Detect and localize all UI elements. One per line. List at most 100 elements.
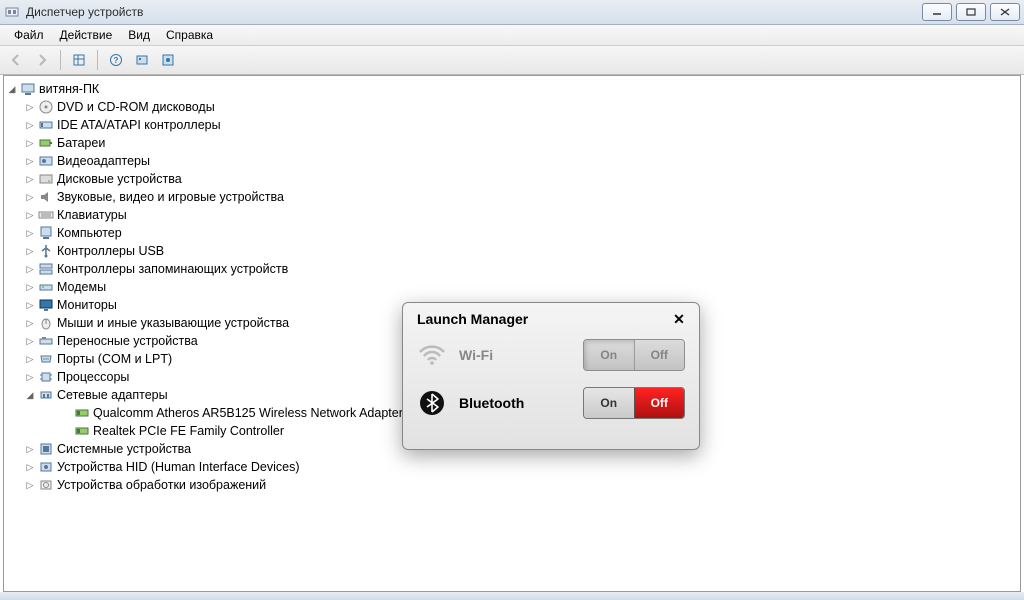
menubar: Файл Действие Вид Справка [0,25,1024,46]
tree-category[interactable]: ▷DVD и CD-ROM дисководы [6,98,1018,116]
tree-category[interactable]: ▷ Устройства обработки изображений [6,476,1018,494]
expand-icon[interactable]: ▷ [24,191,36,203]
tree-category[interactable]: ▷ Модемы [6,278,1018,296]
tree-category-label: Устройства обработки изображений [57,476,266,494]
computer-icon [20,81,36,97]
expand-icon[interactable]: ▷ [24,335,36,347]
tree-category-label: Видеоадаптеры [57,152,150,170]
expand-icon[interactable]: ▷ [24,479,36,491]
maximize-button[interactable] [956,3,986,21]
category-icon [38,261,54,277]
bluetooth-label: Bluetooth [459,395,571,411]
expand-icon[interactable]: ▷ [24,245,36,257]
expand-icon[interactable]: ▷ [24,461,36,473]
minimize-button[interactable] [922,3,952,21]
tree-category-label: Компьютер [57,224,122,242]
bluetooth-on[interactable]: On [584,388,635,418]
wifi-toggle[interactable]: On Off [583,339,685,371]
tree-category[interactable]: ▷Контроллеры запоминающих устройств [6,260,1018,278]
tree-category[interactable]: ▷ Клавиатуры [6,206,1018,224]
menu-help[interactable]: Справка [158,26,221,44]
category-icon [38,117,54,133]
bluetooth-off[interactable]: Off [635,388,685,418]
category-icon [38,387,54,403]
category-icon [38,207,54,223]
tree-category[interactable]: ▷IDE ATA/ATAPI контроллеры [6,116,1018,134]
expand-icon[interactable]: ▷ [24,371,36,383]
tree-category-label: Сетевые адаптеры [57,386,168,404]
toolbar-separator [60,50,61,70]
wifi-off[interactable]: Off [635,340,685,370]
category-icon [38,315,54,331]
taskbar-sliver [0,592,1024,600]
tree-device-label: Qualcomm Atheros AR5B125 Wireless Networ… [93,404,403,422]
category-icon [38,189,54,205]
bluetooth-toggle[interactable]: On Off [583,387,685,419]
tree-category[interactable]: ▷ Видеоадаптеры [6,152,1018,170]
toolbar-btn-details[interactable] [67,48,91,72]
expand-icon[interactable]: ▷ [24,137,36,149]
category-icon [38,297,54,313]
category-icon [38,279,54,295]
category-icon [38,225,54,241]
tree-device-label: Realtek PCIe FE Family Controller [93,422,284,440]
wifi-row: Wi-Fi On Off [403,331,699,379]
expand-icon[interactable]: ▷ [24,443,36,455]
expand-icon[interactable]: ▷ [24,227,36,239]
toolbar-btn-help[interactable]: ? [104,48,128,72]
tree-category[interactable]: ▷ Дисковые устройства [6,170,1018,188]
tree-category[interactable]: ▷ Контроллеры USB [6,242,1018,260]
expand-icon[interactable]: ▷ [24,101,36,113]
tree-root[interactable]: ◢ витяня-ПК [6,80,1018,98]
expand-icon[interactable]: ▷ [24,155,36,167]
menu-view[interactable]: Вид [120,26,158,44]
launch-manager-title: Launch Manager [417,311,528,327]
tree-category-label: Дисковые устройства [57,170,182,188]
tree-category-label: Мыши и иные указывающие устройства [57,314,289,332]
toolbar: ? [0,46,1024,75]
tree-category-label: Модемы [57,278,106,296]
tree-category[interactable]: ▷Устройства HID (Human Interface Devices… [6,458,1018,476]
tree-category-label: Переносные устройства [57,332,198,350]
tree-category-label: Порты (COM и LPT) [57,350,172,368]
launch-manager-header: Launch Manager ✕ [403,303,699,331]
expand-icon[interactable]: ▷ [24,263,36,275]
back-button[interactable] [4,48,28,72]
wifi-on[interactable]: On [584,340,635,370]
expand-icon[interactable]: ▷ [24,119,36,131]
tree-category[interactable]: ▷ Батареи [6,134,1018,152]
tree-category-label: Батареи [57,134,105,152]
toolbar-separator [97,50,98,70]
category-icon [38,459,54,475]
window-controls [922,3,1020,21]
expand-icon[interactable]: ▷ [24,173,36,185]
tree-category-label: Звуковые, видео и игровые устройства [57,188,284,206]
tree-category-label: Контроллеры USB [57,242,164,260]
menu-file[interactable]: Файл [6,26,52,44]
launch-manager-close-icon[interactable]: ✕ [671,311,687,327]
category-icon [38,441,54,457]
toolbar-btn-refresh[interactable] [156,48,180,72]
close-button[interactable] [990,3,1020,21]
forward-button[interactable] [30,48,54,72]
launch-manager-popup: Launch Manager ✕ Wi-Fi On Off Bluetooth … [402,302,700,450]
svg-text:?: ? [114,56,119,65]
tree-root-label: витяня-ПК [39,80,99,98]
category-icon [38,333,54,349]
tree-category-label: Системные устройства [57,440,191,458]
category-icon [38,477,54,493]
bluetooth-row: Bluetooth On Off [403,379,699,427]
expand-icon[interactable]: ▷ [24,317,36,329]
collapse-icon[interactable]: ◢ [6,83,18,95]
expand-icon[interactable]: ▷ [24,281,36,293]
collapse-icon[interactable]: ◢ [24,389,36,401]
expand-icon[interactable]: ▷ [24,209,36,221]
tree-category-label: Клавиатуры [57,206,127,224]
toolbar-btn-scan[interactable] [130,48,154,72]
tree-category[interactable]: ▷ Компьютер [6,224,1018,242]
expand-icon[interactable]: ▷ [24,353,36,365]
menu-action[interactable]: Действие [52,26,121,44]
tree-category[interactable]: ▷ Звуковые, видео и игровые устройства [6,188,1018,206]
category-icon [38,135,54,151]
expand-icon[interactable]: ▷ [24,299,36,311]
